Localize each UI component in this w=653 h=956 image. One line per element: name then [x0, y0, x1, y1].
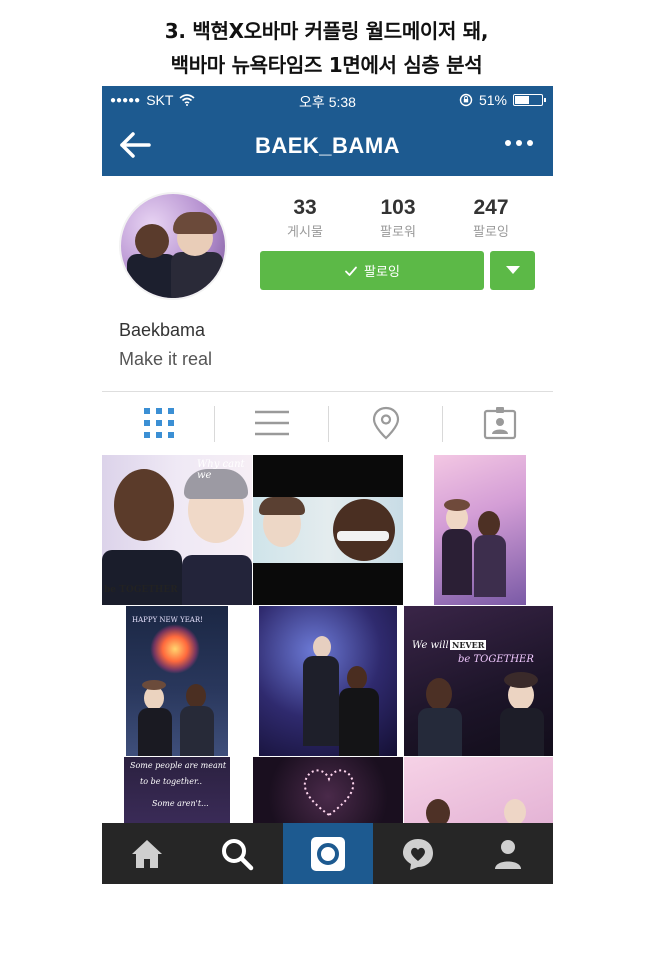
tab-tagged-view[interactable]	[443, 392, 553, 454]
caption-line-1: 3. 백현X오바마 커플링 월드메이저 돼,	[164, 19, 489, 43]
post-overlay-text: Some aren't...	[152, 799, 209, 808]
battery-percent: 51%	[478, 92, 507, 108]
post-thumbnail[interactable]	[253, 455, 403, 605]
profile-view-tabs	[102, 392, 553, 454]
stat-following[interactable]: 247 팔로잉	[451, 196, 531, 240]
profile-username: BAEK_BAMA	[254, 133, 401, 158]
post-thumbnail[interactable]: We will NEVER be TOGETHER	[404, 606, 553, 756]
tab-camera[interactable]	[283, 823, 373, 884]
bottom-tab-bar	[102, 823, 553, 884]
stat-followers[interactable]: 103 팔로워	[358, 196, 438, 240]
camera-icon	[311, 837, 345, 871]
stat-posts-label: 게시물	[287, 225, 323, 240]
post-overlay-text: HAPPY NEW YEAR!	[132, 616, 203, 624]
tab-profile[interactable]	[463, 823, 553, 884]
tab-list-view[interactable]	[215, 392, 327, 454]
stat-following-count: 247	[473, 196, 509, 219]
post-grid: Why cant we be TOGETHER HAPPY NEW YEAR!	[102, 455, 553, 884]
stat-following-label: 팔로잉	[473, 225, 509, 240]
tab-home[interactable]	[102, 823, 192, 884]
profile-header: BAEK_BAMA	[102, 116, 553, 176]
post-overlay-text: be TOGETHER	[104, 585, 178, 595]
triangle-down-icon	[506, 266, 520, 274]
post-thumbnail[interactable]	[404, 455, 553, 605]
tagged-person-icon	[483, 407, 517, 440]
profile-name: Baekbama	[119, 320, 206, 340]
stat-posts[interactable]: 33 게시물	[265, 196, 345, 240]
list-icon	[255, 410, 289, 436]
post-thumbnail[interactable]: HAPPY NEW YEAR!	[102, 606, 252, 756]
grid-icon	[144, 408, 174, 438]
post-thumbnail[interactable]: Why cant we be TOGETHER	[102, 455, 252, 605]
tab-activity[interactable]	[373, 823, 463, 884]
person-icon	[495, 840, 521, 869]
phone-screenshot: ●●●●● SKT 오후 5:38 51% BAEK_BAMA 33 게시물 1…	[102, 86, 553, 884]
stat-followers-label: 팔로워	[380, 225, 416, 240]
following-button-label: 팔로잉	[364, 265, 400, 280]
heart-bubble-icon	[403, 839, 433, 870]
post-overlay-text: We will	[412, 640, 449, 651]
post-overlay-text: to be together..	[140, 777, 202, 786]
more-dots-icon[interactable]	[505, 140, 533, 146]
avatar[interactable]	[119, 192, 227, 300]
caption-line-2: 백바마 뉴욕타임즈 1면에서 심층 분석	[170, 53, 483, 77]
tab-search[interactable]	[192, 823, 282, 884]
checkmark-icon	[345, 266, 357, 276]
search-icon	[222, 839, 254, 871]
suggested-users-dropdown-button[interactable]	[490, 251, 535, 290]
post-overlay-text: be TOGETHER	[458, 654, 534, 665]
profile-bio: Make it real	[119, 349, 213, 369]
stat-followers-count: 103	[380, 196, 416, 219]
heart-sparkle-icon	[303, 769, 355, 817]
battery-icon	[513, 94, 546, 106]
rotation-lock-icon	[459, 93, 473, 107]
home-icon	[132, 840, 162, 868]
article-caption: 3. 백현X오바마 커플링 월드메이저 돼, 백바마 뉴욕타임즈 1면에서 심층…	[0, 14, 653, 82]
status-bar: ●●●●● SKT 오후 5:38 51%	[102, 86, 553, 116]
post-thumbnail[interactable]	[253, 606, 403, 756]
following-button[interactable]: 팔로잉	[260, 251, 484, 290]
tab-location-view[interactable]	[329, 392, 441, 454]
post-overlay-text: Some people are meant	[130, 761, 227, 770]
location-pin-icon	[372, 406, 400, 440]
stat-posts-count: 33	[293, 196, 317, 219]
tab-grid-view[interactable]	[102, 392, 214, 454]
post-overlay-text: NEVER	[450, 640, 487, 650]
post-overlay-text: Why cant we	[197, 459, 245, 481]
